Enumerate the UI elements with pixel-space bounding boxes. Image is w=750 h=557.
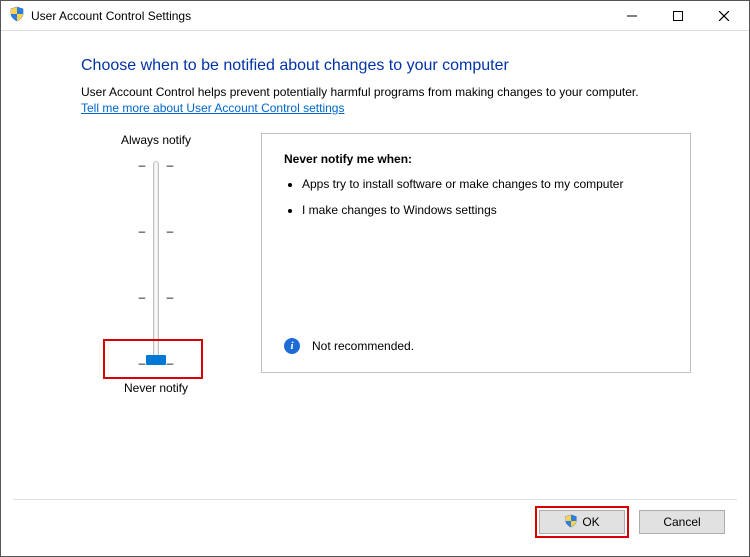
cancel-button[interactable]: Cancel: [639, 510, 725, 534]
ok-button-highlight: OK: [535, 506, 629, 538]
page-description: User Account Control helps prevent poten…: [81, 85, 719, 99]
button-bar: OK Cancel: [535, 506, 725, 538]
info-bullet-apps: Apps try to install software or make cha…: [302, 176, 668, 192]
ok-button-label: OK: [582, 515, 599, 529]
slider-track: [153, 161, 159, 361]
info-footer-text: Not recommended.: [312, 339, 414, 353]
minimize-button[interactable]: [609, 1, 655, 31]
main-row: Always notify –– –– –– –– Never notify N…: [81, 133, 719, 401]
slider-top-label: Always notify: [81, 133, 231, 147]
info-title: Never notify me when:: [284, 152, 668, 166]
uac-window: User Account Control Settings Choose whe…: [0, 0, 750, 557]
titlebar: User Account Control Settings: [1, 1, 749, 31]
page-heading: Choose when to be notified about changes…: [81, 57, 719, 75]
window-title: User Account Control Settings: [31, 9, 609, 23]
slider-bottom-label: Never notify: [81, 381, 231, 395]
close-button[interactable]: [701, 1, 747, 31]
shield-icon: [564, 514, 578, 531]
cancel-button-label: Cancel: [663, 515, 700, 529]
slider-column: Always notify –– –– –– –– Never notify: [81, 133, 231, 401]
client-area: Choose when to be notified about changes…: [1, 31, 749, 556]
info-bullet-settings: I make changes to Windows settings: [302, 202, 668, 218]
slider-thumb[interactable]: [146, 355, 166, 365]
divider: [13, 499, 737, 500]
ok-button[interactable]: OK: [539, 510, 625, 534]
info-icon: i: [284, 338, 300, 354]
shield-icon: [9, 6, 25, 25]
notification-slider[interactable]: –– –– –– ––: [81, 153, 231, 373]
maximize-button[interactable]: [655, 1, 701, 31]
info-footer: i Not recommended.: [284, 338, 414, 354]
info-panel: Never notify me when: Apps try to instal…: [261, 133, 691, 373]
learn-more-link[interactable]: Tell me more about User Account Control …: [81, 101, 344, 115]
